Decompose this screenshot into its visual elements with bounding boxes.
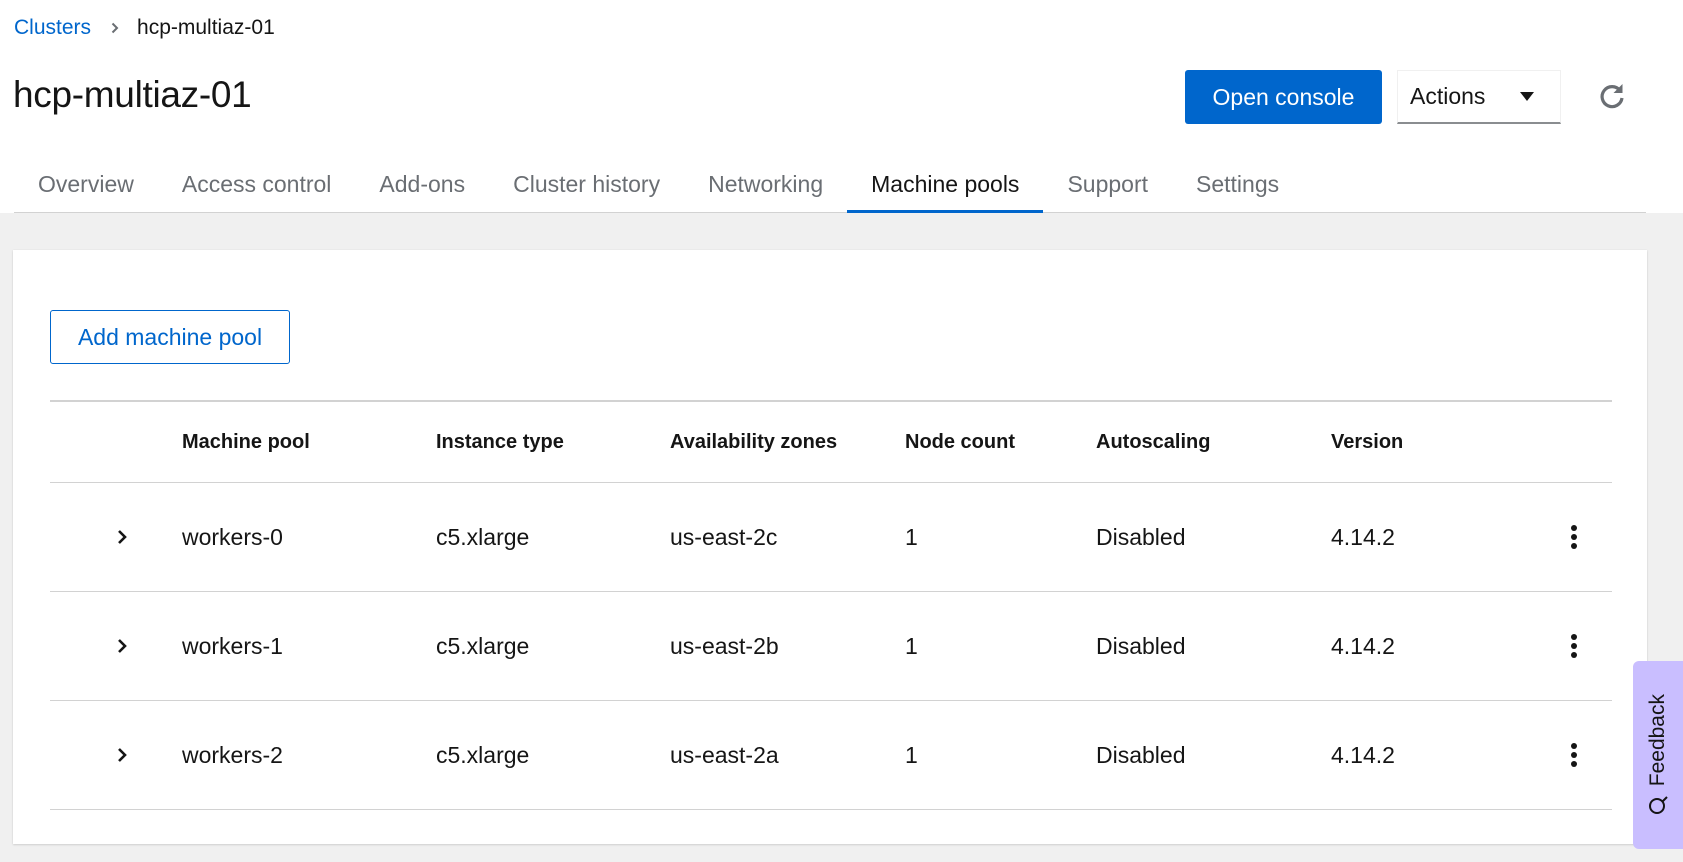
machine-pool-name: workers-0 [182, 523, 283, 550]
column-header-availability-zones: Availability zones [670, 430, 838, 453]
node-count: 1 [905, 741, 918, 768]
node-count: 1 [905, 523, 918, 550]
version: 4.14.2 [1331, 741, 1395, 768]
machine-pools-table: Machine pool Instance type Availability … [50, 400, 1612, 810]
tab-access-control[interactable]: Access control [158, 158, 356, 213]
instance-type: c5.xlarge [436, 741, 530, 768]
kebab-menu-icon[interactable] [1564, 740, 1584, 770]
caret-down-icon [1520, 92, 1534, 101]
column-header-version: Version [1331, 430, 1404, 453]
cluster-tabs: Overview Access control Add-ons Cluster … [14, 158, 1646, 214]
tab-networking[interactable]: Networking [684, 158, 847, 213]
instance-type: c5.xlarge [436, 523, 530, 550]
refresh-icon[interactable] [1597, 81, 1627, 111]
feedback-button[interactable]: Feedback [1633, 661, 1683, 849]
breadcrumb-current: hcp-multiaz-01 [137, 16, 275, 39]
table-header-row: Machine pool Instance type Availability … [50, 402, 1612, 483]
add-machine-pool-button[interactable]: Add machine pool [50, 310, 290, 364]
availability-zone: us-east-2c [670, 523, 778, 550]
tab-cluster-history[interactable]: Cluster history [489, 158, 684, 213]
availability-zone: us-east-2b [670, 632, 779, 659]
table-row: workers-1 c5.xlarge us-east-2b 1 Disable… [50, 592, 1612, 701]
page-header: Clusters hcp-multiaz-01 hcp-multiaz-01 O… [0, 0, 1683, 214]
autoscaling-status: Disabled [1096, 632, 1186, 659]
column-header-machine-pool: Machine pool [182, 430, 310, 453]
page-title: hcp-multiaz-01 [13, 74, 252, 115]
tab-support[interactable]: Support [1043, 158, 1172, 213]
column-header-node-count: Node count [905, 430, 1015, 453]
machine-pool-name: workers-2 [182, 741, 283, 768]
expand-row-toggle[interactable] [112, 745, 132, 765]
node-count: 1 [905, 632, 918, 659]
open-console-button[interactable]: Open console [1185, 70, 1382, 124]
autoscaling-status: Disabled [1096, 523, 1186, 550]
column-header-autoscaling: Autoscaling [1096, 430, 1211, 453]
kebab-menu-icon[interactable] [1564, 522, 1584, 552]
chevron-right-icon [109, 22, 121, 34]
breadcrumb-clusters-link[interactable]: Clusters [14, 16, 91, 40]
breadcrumb: Clusters hcp-multiaz-01 [14, 16, 275, 40]
chevron-right-icon [118, 748, 127, 762]
actions-dropdown-label: Actions [1410, 83, 1486, 109]
table-row: workers-0 c5.xlarge us-east-2c 1 Disable… [50, 483, 1612, 592]
feedback-chat-icon [1649, 796, 1668, 815]
column-header-instance-type: Instance type [436, 430, 564, 453]
version: 4.14.2 [1331, 523, 1395, 550]
feedback-label: Feedback [1646, 693, 1669, 787]
table-row: workers-2 c5.xlarge us-east-2a 1 Disable… [50, 701, 1612, 810]
expand-row-toggle[interactable] [112, 636, 132, 656]
version: 4.14.2 [1331, 632, 1395, 659]
availability-zone: us-east-2a [670, 741, 779, 768]
machine-pool-name: workers-1 [182, 632, 283, 659]
instance-type: c5.xlarge [436, 632, 530, 659]
actions-dropdown[interactable]: Actions [1397, 70, 1561, 124]
tab-settings[interactable]: Settings [1172, 158, 1303, 213]
tab-add-ons[interactable]: Add-ons [355, 158, 489, 213]
chevron-right-icon [118, 639, 127, 653]
tab-overview[interactable]: Overview [14, 158, 158, 213]
autoscaling-status: Disabled [1096, 741, 1186, 768]
chevron-right-icon [118, 530, 127, 544]
kebab-menu-icon[interactable] [1564, 631, 1584, 661]
expand-row-toggle[interactable] [112, 527, 132, 547]
tab-machine-pools[interactable]: Machine pools [847, 158, 1044, 214]
